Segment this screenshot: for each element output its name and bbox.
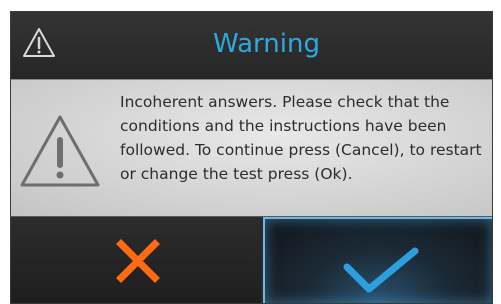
dialog-title-bar: Warning	[11, 12, 492, 79]
warning-triangle-icon	[20, 115, 100, 187]
ok-button[interactable]	[263, 217, 492, 303]
dialog-title: Warning	[213, 29, 320, 59]
warning-dialog: Warning Incoherent answers. Please check…	[10, 11, 493, 304]
close-x-icon	[116, 239, 160, 283]
dialog-message: Incoherent answers. Please check that th…	[120, 93, 482, 183]
checkmark-icon	[343, 247, 419, 293]
dialog-body: Incoherent answers. Please check that th…	[11, 79, 492, 217]
cancel-button[interactable]	[11, 217, 261, 303]
